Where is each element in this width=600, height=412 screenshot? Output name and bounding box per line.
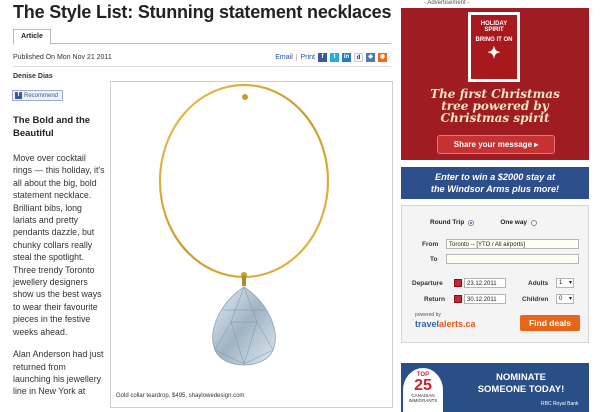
departure-label: Departure	[412, 280, 443, 287]
brand-accent: alerts.ca	[439, 319, 476, 329]
facebook-icon[interactable]: f	[318, 53, 327, 62]
badge-line: SPIRIT	[484, 27, 504, 33]
to-input[interactable]	[446, 254, 579, 264]
facebook-icon: f	[15, 92, 22, 99]
to-label: To	[430, 256, 438, 263]
recommend-label: Recommend	[24, 92, 59, 99]
from-input[interactable]: Toronto -- [YTO / All airports]	[446, 239, 579, 249]
contest-line: the Windsor Arms plus more!	[430, 184, 560, 194]
calendar-icon[interactable]	[454, 279, 462, 287]
holiday-ad-line: Christmas spirit	[440, 111, 550, 125]
round-trip-label: Round Trip	[430, 219, 465, 226]
holiday-ad-text: The first Christmas tree powered by Chri…	[411, 88, 579, 124]
nominate-line: NOMINATE	[496, 372, 546, 383]
rbc-sponsor: RBC Royal Bank	[541, 401, 579, 407]
one-way-label: One way	[500, 219, 528, 226]
advertisement-label: - Advertisement -	[424, 0, 470, 6]
maple-leaf-icon: ✦	[487, 45, 501, 62]
nominate-line: SOMEONE TODAY!	[477, 384, 565, 395]
article-photo: Gold collar teardrop, $495, shaylowedesi…	[110, 81, 393, 408]
travelalerts-logo[interactable]: travelalerts.ca	[415, 319, 476, 329]
adults-select[interactable]: 1	[556, 278, 574, 288]
find-deals-button[interactable]: Find deals	[520, 315, 580, 331]
children-label: Children	[522, 296, 549, 303]
article-body: Move over cocktail rings — this holiday,…	[13, 152, 105, 408]
rss-icon[interactable]: ◉	[378, 53, 387, 62]
facebook-recommend-button[interactable]: f Recommend	[12, 90, 63, 101]
contest-text: Enter to win a $2000 stay at the Windsor…	[401, 171, 589, 195]
round-trip-radio[interactable]	[468, 219, 475, 226]
email-link[interactable]: Email	[275, 54, 293, 61]
departure-date-input[interactable]: 23.12.2011	[464, 278, 506, 288]
article-subhead: The Bold and the Beautiful	[13, 115, 91, 139]
return-label: Return	[424, 296, 445, 303]
share-message-button[interactable]: Share your message ▸	[437, 135, 555, 154]
photo-caption: Gold collar teardrop, $495, shaylowedesi…	[116, 393, 245, 399]
trip-type-row: Round Trip One way	[430, 219, 538, 226]
necklace-image	[158, 83, 330, 366]
badge-line: BRING IT ON	[475, 37, 513, 43]
holiday-spirit-badge: HOLIDAY SPIRIT BRING IT ON ✦	[468, 12, 520, 82]
twitter-icon[interactable]: t	[330, 53, 339, 62]
calendar-icon[interactable]	[454, 295, 462, 303]
tab-article[interactable]: Article	[13, 29, 51, 45]
badge-inner: HOLIDAY SPIRIT BRING IT ON ✦	[471, 15, 517, 79]
paragraph: Move over cocktail rings — this holiday,…	[13, 153, 105, 337]
badge-line: IMMIGRANTS	[408, 398, 438, 403]
article-tabbar: Article	[13, 29, 391, 45]
children-select[interactable]: 0	[556, 294, 574, 304]
author-name[interactable]: Denise Dias	[13, 73, 53, 80]
article-tools: Email | Print f t in d ◆ ◉	[275, 53, 387, 62]
contest-line: Enter to win a $2000 stay at	[435, 172, 555, 182]
from-label: From	[422, 241, 439, 248]
delicious-icon[interactable]: ◆	[366, 53, 375, 62]
published-date: Published On Mon Nov 21 2011	[13, 54, 112, 61]
windsor-arms-ad[interactable]: Enter to win a $2000 stay at the Windsor…	[401, 167, 589, 199]
flight-search-widget: Round Trip One way From Toronto -- [YTO …	[401, 205, 589, 343]
publish-bar: Published On Mon Nov 21 2011 Email | Pri…	[13, 52, 391, 67]
digg-icon[interactable]: d	[354, 53, 363, 62]
print-link[interactable]: Print	[301, 54, 315, 61]
one-way-radio[interactable]	[531, 219, 538, 226]
nominate-text: NOMINATE SOMEONE TODAY!	[461, 372, 581, 396]
linkedin-icon[interactable]: in	[342, 53, 351, 62]
badge-number: 25	[414, 377, 432, 394]
adults-label: Adults	[528, 280, 549, 287]
return-date-input[interactable]: 30.12.2011	[464, 294, 506, 304]
brand-main: travel	[415, 319, 440, 329]
powered-by-label: powered by	[415, 312, 441, 318]
paragraph: Alan Anderson had just returned from lau…	[13, 349, 104, 397]
badge-line: HOLIDAY	[480, 21, 508, 27]
top25-immigrants-ad[interactable]: TOP 25 CANADIAN IMMIGRANTS NOMINATE SOME…	[401, 363, 589, 412]
article-title: The Style List: Stunning statement neckl…	[13, 2, 392, 22]
holiday-spirit-ad[interactable]: HOLIDAY SPIRIT BRING IT ON ✦ The first C…	[401, 8, 589, 160]
top25-badge: TOP 25 CANADIAN IMMIGRANTS	[403, 368, 443, 412]
tool-separator: |	[295, 54, 298, 61]
